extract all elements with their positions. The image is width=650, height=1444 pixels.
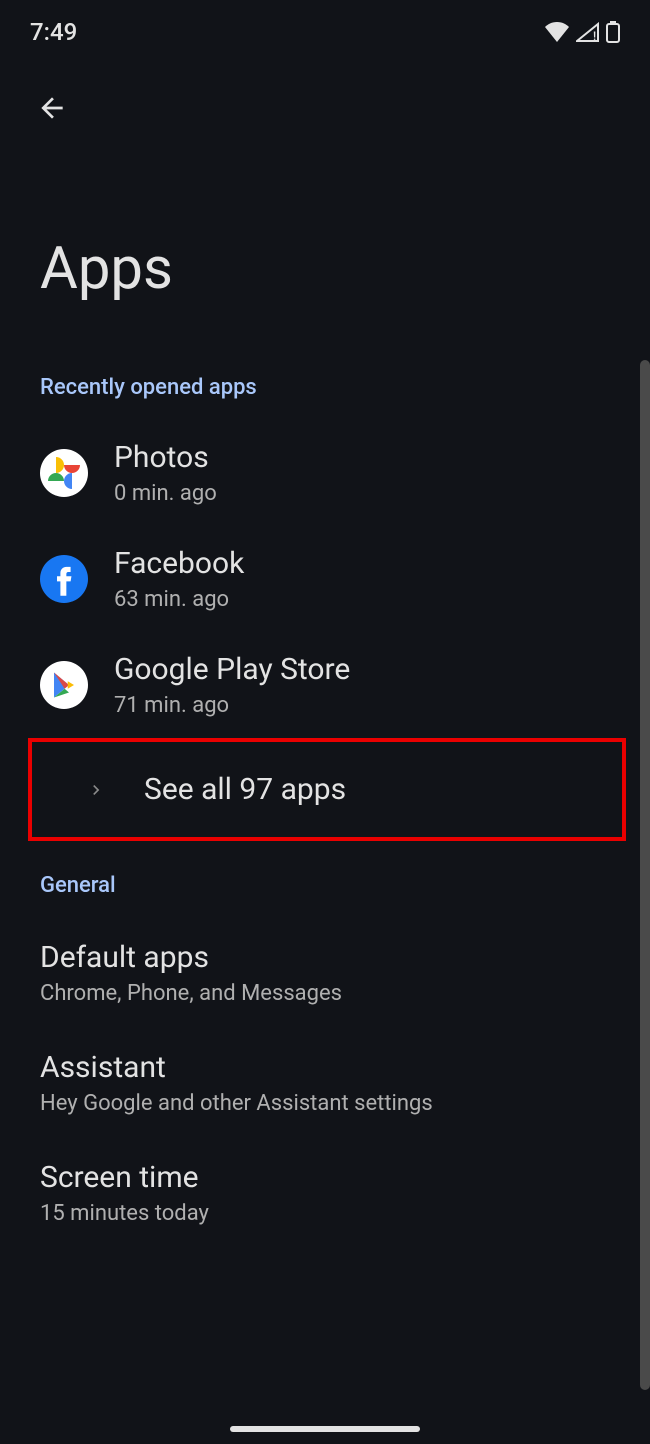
chevron-right-icon [86, 780, 106, 800]
setting-subtitle: Hey Google and other Assistant settings [40, 1091, 610, 1116]
general-default-apps[interactable]: Default apps Chrome, Phone, and Messages [0, 918, 650, 1028]
app-item-facebook[interactable]: Facebook 63 min. ago [0, 526, 650, 632]
gesture-bar[interactable] [230, 1426, 420, 1432]
setting-title: Default apps [40, 940, 610, 975]
app-subtitle: 0 min. ago [114, 481, 217, 506]
app-name: Facebook [114, 546, 244, 581]
photos-icon [40, 449, 88, 497]
page-title: Apps [0, 135, 650, 363]
setting-subtitle: Chrome, Phone, and Messages [40, 981, 610, 1006]
app-item-playstore[interactable]: Google Play Store 71 min. ago [0, 632, 650, 738]
facebook-icon [40, 555, 88, 603]
nav-bar [0, 56, 650, 135]
app-name: Google Play Store [114, 652, 350, 687]
app-subtitle: 71 min. ago [114, 693, 350, 718]
battery-icon [606, 21, 620, 43]
back-button[interactable] [28, 84, 76, 135]
app-name: Photos [114, 440, 217, 475]
back-arrow-icon [36, 92, 68, 124]
recent-section-label: Recently opened apps [0, 363, 650, 420]
setting-title: Screen time [40, 1160, 610, 1195]
status-time: 7:49 [30, 18, 77, 46]
app-item-photos[interactable]: Photos 0 min. ago [0, 420, 650, 526]
svg-text:!: ! [593, 29, 596, 42]
status-bar: 7:49 ! [0, 0, 650, 56]
setting-subtitle: 15 minutes today [40, 1201, 610, 1226]
signal-icon: ! [576, 22, 600, 42]
wifi-icon [544, 22, 570, 42]
play-store-icon [40, 661, 88, 709]
setting-title: Assistant [40, 1050, 610, 1085]
status-icons: ! [544, 21, 620, 43]
general-screen-time[interactable]: Screen time 15 minutes today [0, 1138, 650, 1248]
see-all-label: See all 97 apps [144, 772, 346, 807]
scrollbar[interactable] [640, 360, 650, 1390]
general-assistant[interactable]: Assistant Hey Google and other Assistant… [0, 1028, 650, 1138]
general-section-label: General [0, 861, 650, 918]
app-subtitle: 63 min. ago [114, 587, 244, 612]
see-all-apps[interactable]: See all 97 apps [28, 738, 626, 841]
